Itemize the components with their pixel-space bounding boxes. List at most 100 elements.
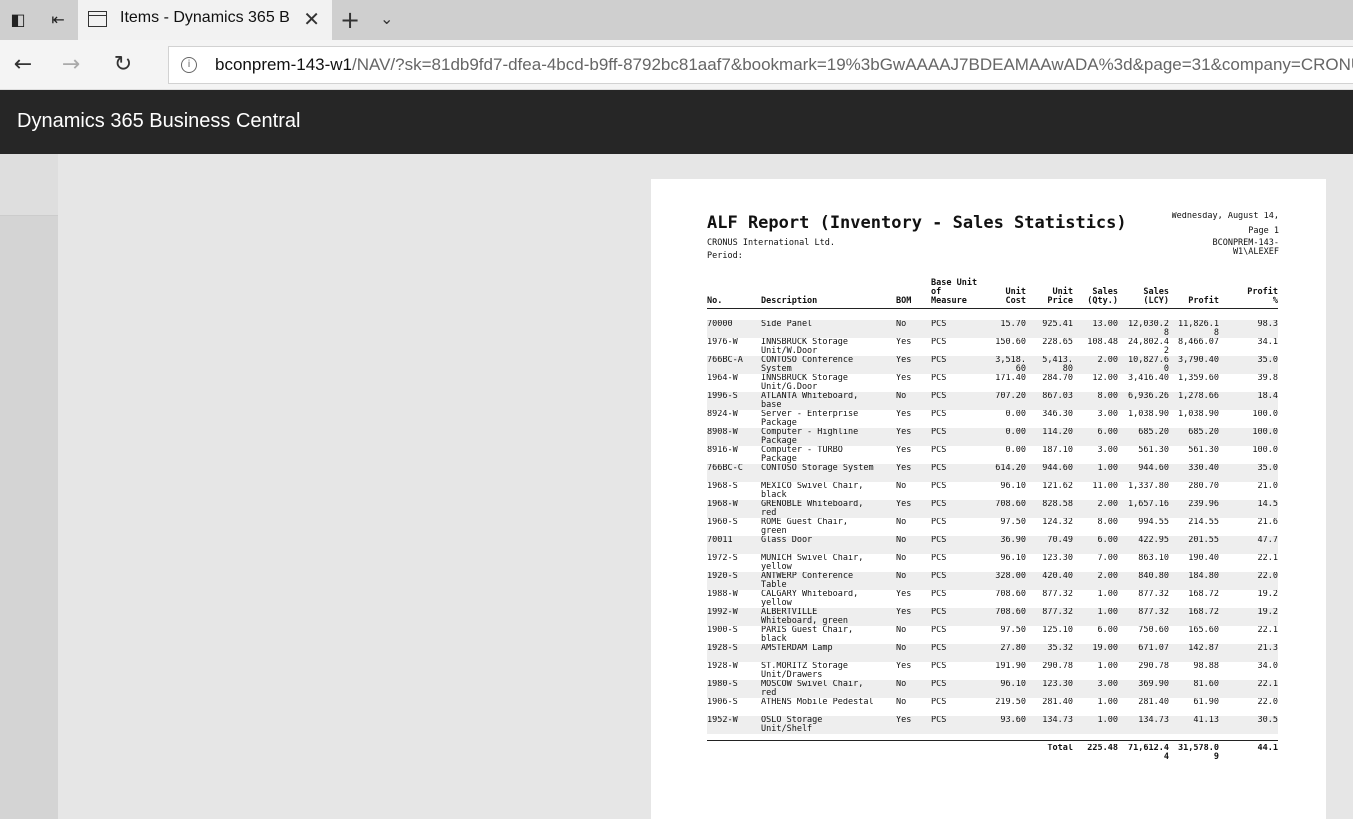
cell-unit: PCS [931, 572, 947, 581]
cell-profit: 165.60 [1188, 626, 1219, 635]
table-row: 1968-W GRENOBLE Whiteboard, red Yes PCS 708.… [707, 500, 1278, 518]
cell-sales-qty: 8.00 [1097, 518, 1118, 527]
tab-manager-icon[interactable]: ◧ [6, 8, 30, 32]
cell-unit-price: 925.41 [1042, 320, 1073, 329]
cell-bom: Yes [896, 356, 912, 365]
table-row: 1900-S PARIS Guest Chair, black No PCS 97.50… [707, 626, 1278, 644]
cell-sales-lcy: 422.95 [1138, 536, 1169, 545]
cell-unit: PCS [931, 554, 947, 563]
cell-unit-cost: 708.60 [995, 608, 1026, 617]
cell-unit-price: 944.60 [1042, 464, 1073, 473]
cell-sales-qty: 3.00 [1097, 410, 1118, 419]
set-aside-tabs-icon[interactable]: ⇤ [46, 8, 70, 32]
forward-icon[interactable]: → [56, 50, 86, 80]
cell-unit-cost: 36.90 [1000, 536, 1026, 545]
close-tab-icon[interactable]: ✕ [303, 8, 320, 30]
cell-unit-price: 123.30 [1042, 554, 1073, 563]
cell-description: Computer - Highline Package [761, 428, 859, 446]
cell-sales-lcy: 685.20 [1138, 428, 1169, 437]
cell-bom: No [896, 518, 907, 527]
refresh-icon[interactable]: ↻ [108, 50, 138, 80]
cell-sales-qty: 11.00 [1092, 482, 1118, 491]
cell-profit: 81.60 [1193, 680, 1219, 689]
cell-unit: PCS [931, 482, 947, 491]
cell-unit-price: 828.58 [1042, 500, 1073, 509]
cell-sales-qty: 1.00 [1097, 464, 1118, 473]
cell-profit-pct: 21.0 [1257, 482, 1278, 491]
cell-description: ANTWERP Conference Table [761, 572, 854, 590]
cell-profit-pct: 34.1 [1257, 338, 1278, 347]
cell-unit: PCS [931, 464, 947, 473]
cell-description: ATLANTA Whiteboard, base [761, 392, 859, 410]
table-row: 766BC-C CONTOSO Storage System Yes PCS 614.2… [707, 464, 1278, 482]
chevron-down-icon[interactable]: ⌄ [380, 9, 393, 28]
left-rail-header [0, 154, 58, 216]
page-icon [88, 11, 107, 27]
cell-description: ROME Guest Chair, green [761, 518, 848, 536]
cell-profit: 190.40 [1188, 554, 1219, 563]
cell-bom: Yes [896, 590, 912, 599]
cell-bom: No [896, 680, 907, 689]
cell-unit-cost: 96.10 [1000, 554, 1026, 563]
table-row: 1972-S MUNICH Swivel Chair, yellow No PCS 96… [707, 554, 1278, 572]
cell-sales-lcy: 1,038.90 [1128, 410, 1169, 419]
cell-unit-cost: 93.60 [1000, 716, 1026, 725]
url-input[interactable]: i bconprem-143-w1/NAV/?sk=81db9fd7-dfea-… [168, 46, 1353, 84]
cell-unit: PCS [931, 320, 947, 329]
cell-description: Computer - TURBO Package [761, 446, 843, 464]
cell-description: CALGARY Whiteboard, yellow [761, 590, 859, 608]
browser-tab[interactable]: Items - Dynamics 365 B ✕ [78, 0, 332, 40]
cell-bom: Yes [896, 446, 912, 455]
cell-unit-price: 187.10 [1042, 446, 1073, 455]
table-row: 1988-W CALGARY Whiteboard, yellow Yes PCS 70… [707, 590, 1278, 608]
cell-profit-pct: 100.0 [1252, 428, 1278, 437]
cell-profit-pct: 21.6 [1257, 518, 1278, 527]
cell-description: Glass Door [761, 536, 813, 545]
cell-sales-lcy: 877.32 [1138, 590, 1169, 599]
cell-description: Side Panel [761, 320, 813, 329]
cell-profit: 142.87 [1188, 644, 1219, 653]
cell-description: ATHENS Mobile Pedestal [761, 698, 874, 707]
cell-bom: Yes [896, 374, 912, 383]
cell-unit-cost: 171.40 [995, 374, 1026, 383]
cell-bom: No [896, 554, 907, 563]
table-header: No. Description BOM Base Unit of Measure… [707, 279, 1278, 309]
cell-sales-qty: 12.00 [1092, 374, 1118, 383]
cell-profit: 201.55 [1188, 536, 1219, 545]
report-page: ALF Report (Inventory - Sales Statistics… [651, 179, 1326, 819]
cell-no: 1972-S [707, 554, 738, 563]
cell-profit: 685.20 [1188, 428, 1219, 437]
cell-sales-qty: 6.00 [1097, 428, 1118, 437]
table-row: 70011 Glass Door No PCS 36.90 70.49 6.00 422.95… [707, 536, 1278, 554]
cell-no: 1928-S [707, 644, 738, 653]
cell-sales-qty: 1.00 [1097, 662, 1118, 671]
cell-sales-lcy: 561.30 [1138, 446, 1169, 455]
new-tab-icon[interactable]: + [340, 6, 360, 34]
cell-profit-pct: 21.3 [1257, 644, 1278, 653]
cell-description: INNSBRUCK Storage Unit/G.Door [761, 374, 848, 392]
cell-sales-lcy: 3,416.40 [1128, 374, 1169, 383]
cell-unit-cost: 708.60 [995, 590, 1026, 599]
cell-no: 766BC-A [707, 356, 743, 365]
cell-bom: Yes [896, 500, 912, 509]
table-row: 1952-W OSLO Storage Unit/Shelf Yes PCS 93.60… [707, 716, 1278, 734]
table-row: 8908-W Computer - Highline Package Yes PCS 0… [707, 428, 1278, 446]
cell-profit-pct: 100.0 [1252, 410, 1278, 419]
cell-sales-lcy: 840.80 [1138, 572, 1169, 581]
cell-profit: 41.13 [1193, 716, 1219, 725]
cell-sales-qty: 2.00 [1097, 356, 1118, 365]
cell-sales-qty: 2.00 [1097, 500, 1118, 509]
back-icon[interactable]: ← [8, 50, 38, 80]
table-row: 1980-S MOSCOW Swivel Chair, red No PCS 96.10… [707, 680, 1278, 698]
col-description: Description [761, 296, 818, 306]
cell-description: ST.MORITZ Storage Unit/Drawers [761, 662, 848, 680]
table-row: 1928-W ST.MORITZ Storage Unit/Drawers Yes P… [707, 662, 1278, 680]
cell-unit: PCS [931, 644, 947, 653]
company-name: CRONUS International Ltd. [707, 238, 835, 248]
table-row: 1992-W ALBERTVILLE Whiteboard, green Yes PC… [707, 608, 1278, 626]
total-profit-pct: 44.1 [1257, 744, 1278, 753]
cell-sales-lcy: 877.32 [1138, 608, 1169, 617]
cell-sales-qty: 1.00 [1097, 590, 1118, 599]
info-icon[interactable]: i [181, 57, 197, 73]
period-label: Period: [707, 251, 743, 261]
